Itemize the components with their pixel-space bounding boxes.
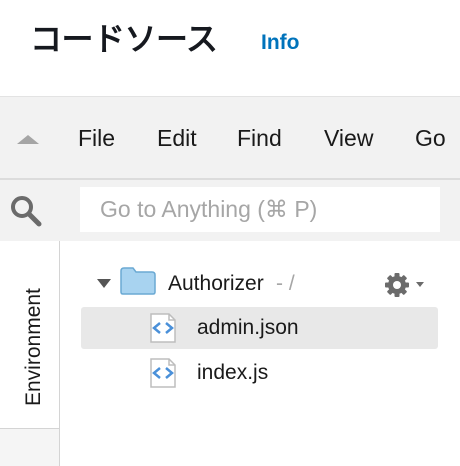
page-title: コードソース [30,20,218,58]
info-link[interactable]: Info [261,30,299,56]
folder-path: - / [276,272,295,295]
code-file-icon [150,313,176,343]
folder-expand-icon[interactable] [97,279,111,288]
environment-tab-label: Environment [22,288,45,406]
menu-file[interactable]: File [78,123,115,153]
menu-view[interactable]: View [324,123,373,153]
menu-edit[interactable]: Edit [157,123,197,153]
file-name: admin.json [197,316,299,339]
file-row-admin-json[interactable]: admin.json [81,307,438,349]
folder-icon [120,267,156,295]
go-to-anything-input[interactable] [80,187,440,232]
menu-find[interactable]: Find [237,123,282,153]
code-file-icon [150,358,176,388]
folder-name[interactable]: Authorizer [168,271,264,297]
search-icon[interactable] [9,194,43,228]
menu-go[interactable]: Go [415,123,446,153]
collapse-arrow-icon[interactable] [17,135,39,144]
menu-bar [0,96,460,179]
gear-icon[interactable] [384,272,428,298]
file-name: index.js [197,361,269,384]
file-row-index-js[interactable]: index.js [81,352,438,394]
